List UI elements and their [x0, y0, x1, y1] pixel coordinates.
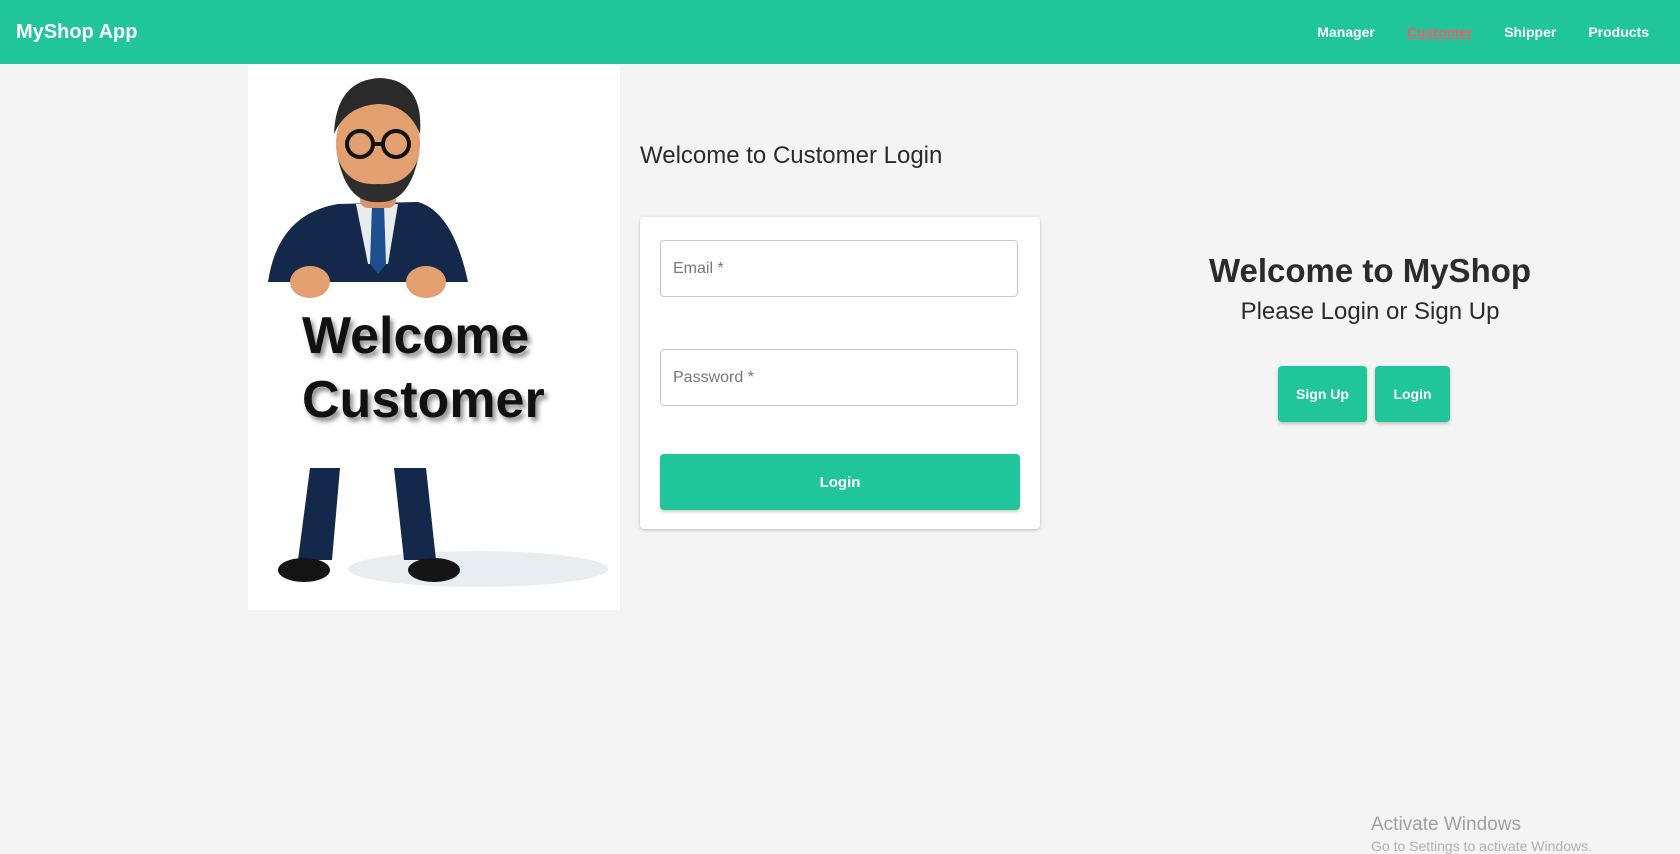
welcome-customer-illustration: Welcome Customer	[248, 64, 620, 610]
nav-customer[interactable]: Customer	[1407, 24, 1472, 40]
email-field[interactable]	[660, 240, 1018, 297]
main-nav: Manager Customer Shipper Products	[1285, 24, 1649, 40]
login-submit-button[interactable]: Login	[660, 454, 1020, 510]
hero-title: Welcome Customer	[302, 304, 602, 432]
welcome-panel: Welcome to MyShop Please Login or Sign U…	[1150, 250, 1590, 332]
activate-windows-subtext: Go to Settings to activate Windows.	[1371, 838, 1592, 854]
hero-title-line2: Customer	[302, 371, 545, 429]
top-app-bar: MyShop App Manager Customer Shipper Prod…	[0, 0, 1680, 64]
login-card: Login	[640, 217, 1040, 529]
nav-manager[interactable]: Manager	[1317, 24, 1375, 40]
sign-up-button[interactable]: Sign Up	[1278, 366, 1367, 422]
password-field[interactable]	[660, 349, 1018, 406]
login-heading: Welcome to Customer Login	[640, 142, 943, 169]
auth-actions: Sign Up Login	[1278, 366, 1458, 422]
nav-products[interactable]: Products	[1588, 24, 1649, 40]
hero-title-line1: Welcome	[302, 307, 530, 365]
app-brand[interactable]: MyShop App	[16, 21, 137, 44]
login-button[interactable]: Login	[1375, 366, 1450, 422]
welcome-subtitle: Please Login or Sign Up	[1240, 298, 1500, 325]
activate-windows-watermark: Activate Windows	[1371, 814, 1521, 835]
welcome-title: Welcome to MyShop	[1208, 252, 1532, 289]
nav-shipper[interactable]: Shipper	[1504, 24, 1556, 40]
